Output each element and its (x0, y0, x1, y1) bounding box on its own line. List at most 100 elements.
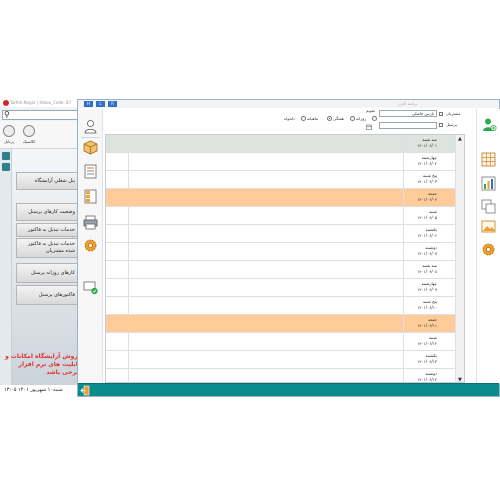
clock-icon (23, 125, 35, 137)
personnel-select[interactable] (379, 122, 437, 129)
scroll-up-arrow-icon[interactable]: ▲ (458, 136, 462, 142)
classic-view-button[interactable]: کلاسیک (18, 125, 40, 144)
add-user-icon[interactable] (480, 117, 497, 132)
view-radio-weekly[interactable] (350, 116, 355, 121)
view-radio-custom[interactable] (301, 116, 306, 121)
menu-button-staff-invoices[interactable]: فاکتورهای پرسنل (16, 285, 80, 305)
schedule-table: سه شنبه ۱۴۰۱/۰۶/۰۱ چهارشنبه ۱۴۰۱/۰۶/۰۲ پنج ش… (105, 134, 465, 383)
view-label-custom: دلخواه (284, 116, 295, 121)
portable-icon (3, 125, 15, 137)
menu-button-label: پنل شغلي آرايشگاه (34, 178, 75, 184)
table-row[interactable]: شنبه ۱۴۰۱/۰۶/۰۵ (106, 207, 456, 225)
toolbar-divider (81, 137, 100, 138)
table-row[interactable]: یکشنبه ۱۴۰۱/۰۶/۰۶ (106, 225, 456, 243)
view-radio-monthly[interactable] (327, 116, 332, 121)
row-date: ۱۴۰۱/۰۶/۰۹ (417, 287, 437, 292)
menu-button-staff-daily-work[interactable]: کارهای روزانه پرسنل (16, 263, 80, 283)
row-date-cell: شنبه ۱۴۰۱/۰۶/۰۵ (403, 207, 439, 225)
menu-button-invoiced-services[interactable]: خدمات تبدیل به فاکتور شده (16, 223, 80, 242)
view-radio-daily[interactable] (372, 116, 377, 121)
home-icon[interactable] (2, 152, 10, 160)
row-date: ۱۴۰۱/۰۶/۰۷ (417, 251, 437, 256)
bottom-bar (78, 383, 499, 396)
window-titlebar: H L R برنامه کاری (78, 100, 499, 108)
window-caption: برنامه کاری (398, 101, 418, 106)
customer-select-value: نازنین فاضلی (411, 111, 434, 116)
table-row[interactable]: جمعه ۱۴۰۱/۰۶/۰۴ (106, 189, 456, 207)
row-date: ۱۴۰۱/۰۶/۰۶ (417, 233, 437, 238)
portable-view-button[interactable]: پرتابل (0, 125, 20, 144)
customer-filter-checkbox[interactable] (439, 112, 443, 116)
row-date-cell: چهارشنبه ۱۴۰۱/۰۶/۰۹ (403, 279, 439, 297)
row-date-cell: دوشنبه ۱۴۰۱/۰۶/۱۴ (403, 369, 439, 382)
image-icon[interactable] (480, 219, 497, 234)
vertical-scrollbar[interactable]: ▲ ▼ (455, 135, 464, 382)
window-button-l[interactable]: L (96, 101, 105, 107)
view-label-weekly: هفتگی (333, 116, 344, 121)
row-date-cell: چهارشنبه ۱۴۰۱/۰۶/۰۲ (403, 153, 439, 171)
app-logo-icon (3, 100, 9, 106)
filter-bar: مشتریان نازنین فاضلی پرسنل تقویم روزانه … (104, 108, 464, 135)
box-icon[interactable] (82, 140, 99, 155)
row-date: ۱۴۰۱/۰۶/۱۳ (417, 359, 437, 364)
list-icon[interactable] (82, 164, 99, 179)
view-label-monthly: ماهیانه (307, 116, 319, 121)
row-date: ۱۴۰۱/۰۶/۱۱ (417, 323, 437, 328)
menu-button-staff-status[interactable]: وضعیت کارهای پرسنل (16, 203, 80, 221)
row-date-cell: سه شنبه ۱۴۰۱/۰۶/۰۸ (403, 261, 439, 279)
chat-check-icon[interactable] (82, 280, 99, 295)
customer-select[interactable]: نازنین فاضلی (379, 110, 437, 117)
bar-chart-icon[interactable] (480, 176, 497, 191)
search-icon[interactable]: ⚲ (4, 111, 10, 119)
table-row[interactable]: یکشنبه ۱۴۰۱/۰۶/۱۳ (106, 351, 456, 369)
menu-button-invoiced-services-customers[interactable]: خدمات تبدیل به فاکتور شده مشتریان (16, 238, 80, 258)
row-date-cell: جمعه ۱۴۰۱/۰۶/۱۱ (403, 315, 439, 333)
schedule-window: H L R برنامه کاری مشتریان نازنین فاضلی پ… (77, 99, 500, 397)
row-date-cell: یکشنبه ۱۴۰۱/۰۶/۰۶ (403, 225, 439, 243)
row-date: ۱۴۰۱/۰۶/۱۲ (417, 341, 437, 346)
personnel-label: پرسنل (446, 122, 457, 127)
menu-button-label: وضعیت کارهای پرسنل (28, 209, 75, 215)
row-date: ۱۴۰۱/۰۶/۰۱ (417, 143, 437, 148)
table-row[interactable]: پنج شنبه ۱۴۰۱/۰۶/۰۳ (106, 171, 456, 189)
portable-view-label: پرتابل (4, 139, 14, 144)
grid-icon[interactable] (480, 152, 497, 167)
view-label-daily: روزانه (356, 116, 367, 121)
table-row[interactable]: پنج شنبه ۱۴۰۱/۰۶/۱۰ (106, 297, 456, 315)
exit-icon[interactable] (80, 385, 90, 396)
table-row[interactable]: چهارشنبه ۱۴۰۱/۰۶/۰۲ (106, 153, 456, 171)
table-row[interactable]: سه شنبه ۱۴۰۱/۰۶/۰۸ (106, 261, 456, 279)
row-date: ۱۴۰۱/۰۶/۰۴ (417, 197, 437, 202)
personnel-filter-checkbox[interactable] (439, 123, 443, 127)
table-row[interactable]: جمعه ۱۴۰۱/۰۶/۱۱ (106, 315, 456, 333)
panel-icon[interactable] (82, 189, 99, 204)
menu-button-label: کارهای روزانه پرسنل (31, 270, 75, 276)
calendar-view-label: تقویم (366, 108, 375, 113)
customer-label: مشتریان (446, 111, 461, 116)
right-toolbar (476, 109, 500, 384)
menu-button-salon-panel[interactable]: پنل شغلي آرايشگاه (16, 172, 80, 190)
table-row[interactable]: سه شنبه ۱۴۰۱/۰۶/۰۱ (106, 135, 456, 153)
window-button-h[interactable]: H (84, 101, 93, 107)
table-row[interactable]: دوشنبه ۱۴۰۱/۰۶/۱۴ (106, 369, 456, 382)
table-row[interactable]: دوشنبه ۱۴۰۱/۰۶/۰۷ (106, 243, 456, 261)
row-date-cell: پنج شنبه ۱۴۰۱/۰۶/۰۳ (403, 171, 439, 189)
row-date-cell: سه شنبه ۱۴۰۱/۰۶/۰۱ (403, 135, 439, 153)
person-icon[interactable] (82, 119, 99, 134)
window-button-r[interactable]: R (108, 101, 117, 107)
copy-icon[interactable] (480, 199, 497, 214)
background-app-title: Tarfeh Negar | Halou_Code: 87 (10, 100, 72, 105)
row-date-cell: جمعه ۱۴۰۱/۰۶/۰۴ (403, 189, 439, 207)
row-date-cell: دوشنبه ۱۴۰۱/۰۶/۰۷ (403, 243, 439, 261)
menu-button-label: فاکتورهای پرسنل (38, 292, 75, 298)
person-icon[interactable] (2, 163, 10, 171)
classic-view-label: کلاسیک (22, 139, 36, 144)
table-row[interactable]: چهارشنبه ۱۴۰۱/۰۶/۰۹ (106, 279, 456, 297)
calendar-icon[interactable] (366, 124, 372, 130)
printer-icon[interactable] (82, 215, 99, 230)
gear-icon[interactable] (480, 242, 497, 257)
table-row[interactable]: شنبه ۱۴۰۱/۰۶/۱۲ (106, 333, 456, 351)
gear-icon[interactable] (82, 238, 99, 253)
row-date: ۱۴۰۱/۰۶/۱۰ (417, 305, 437, 310)
row-date: ۱۴۰۱/۰۶/۰۳ (417, 179, 437, 184)
